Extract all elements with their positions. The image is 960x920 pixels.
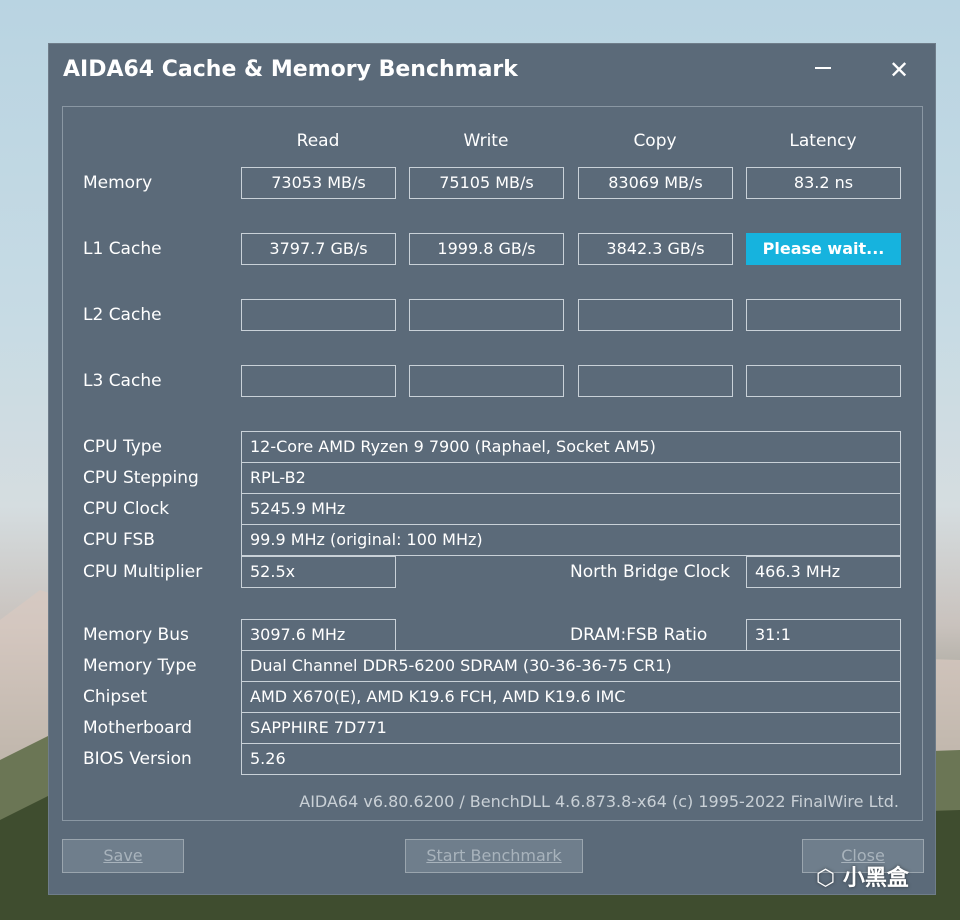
l2-write-value bbox=[409, 299, 564, 331]
memory-type-value: Dual Channel DDR5-6200 SDRAM (30-36-36-7… bbox=[241, 650, 901, 682]
memory-read-value: 73053 MB/s bbox=[241, 167, 396, 199]
l1-copy-value: 3842.3 GB/s bbox=[578, 233, 733, 265]
l1-write-value: 1999.8 GB/s bbox=[409, 233, 564, 265]
cpu-multiplier-label: CPU Multiplier bbox=[83, 562, 203, 582]
version-footer: AIDA64 v6.80.6200 / BenchDLL 4.6.873.8-x… bbox=[299, 792, 899, 811]
cpu-type-value: 12-Core AMD Ryzen 9 7900 (Raphael, Socke… bbox=[241, 431, 901, 463]
row-label-l2-cache: L2 Cache bbox=[83, 305, 162, 325]
l2-read-value bbox=[241, 299, 396, 331]
memory-write-value: 75105 MB/s bbox=[409, 167, 564, 199]
title-bar: AIDA64 Cache & Memory Benchmark ✕ bbox=[49, 44, 935, 100]
chipset-value: AMD X670(E), AMD K19.6 FCH, AMD K19.6 IM… bbox=[241, 681, 901, 713]
l3-latency-value bbox=[746, 365, 901, 397]
cpu-stepping-label: CPU Stepping bbox=[83, 468, 199, 488]
row-label-memory: Memory bbox=[83, 173, 153, 193]
memory-latency-value: 83.2 ns bbox=[746, 167, 901, 199]
header-read: Read bbox=[296, 131, 340, 151]
l1-latency-status: Please wait... bbox=[746, 233, 901, 265]
start-benchmark-button[interactable]: Start Benchmark bbox=[405, 839, 583, 873]
l2-copy-value bbox=[578, 299, 733, 331]
l3-read-value bbox=[241, 365, 396, 397]
cpu-multiplier-value: 52.5x bbox=[241, 556, 396, 588]
cpu-clock-value: 5245.9 MHz bbox=[241, 493, 901, 525]
watermark-text: 小黑盒 bbox=[842, 866, 909, 891]
cpu-fsb-value: 99.9 MHz (original: 100 MHz) bbox=[241, 524, 901, 556]
memory-copy-value: 83069 MB/s bbox=[578, 167, 733, 199]
save-button[interactable]: Save bbox=[62, 839, 184, 873]
header-write: Write bbox=[463, 131, 509, 151]
close-window-button[interactable]: ✕ bbox=[877, 52, 921, 88]
minimize-button[interactable] bbox=[801, 52, 845, 88]
header-latency: Latency bbox=[789, 131, 857, 151]
benchmark-window: AIDA64 Cache & Memory Benchmark ✕ Read W… bbox=[48, 43, 936, 895]
motherboard-value: SAPPHIRE 7D771 bbox=[241, 712, 901, 744]
l1-read-value: 3797.7 GB/s bbox=[241, 233, 396, 265]
row-label-l1-cache: L1 Cache bbox=[83, 239, 162, 259]
close-icon: ✕ bbox=[888, 56, 910, 84]
watermark: ⬡ 小黑盒 bbox=[816, 860, 909, 892]
results-panel: Read Write Copy Latency Memory 73053 MB/… bbox=[62, 106, 923, 821]
dram-fsb-ratio-value: 31:1 bbox=[746, 619, 901, 651]
l3-copy-value bbox=[578, 365, 733, 397]
row-label-l3-cache: L3 Cache bbox=[83, 371, 162, 391]
cpu-type-label: CPU Type bbox=[83, 437, 163, 457]
cpu-clock-label: CPU Clock bbox=[83, 499, 170, 519]
bios-version-label: BIOS Version bbox=[83, 749, 192, 769]
window-title: AIDA64 Cache & Memory Benchmark bbox=[63, 57, 518, 82]
cpu-fsb-label: CPU FSB bbox=[83, 530, 155, 550]
minimize-icon bbox=[815, 67, 831, 69]
north-bridge-clock-value: 466.3 MHz bbox=[746, 556, 901, 588]
header-copy: Copy bbox=[633, 131, 677, 151]
cpu-stepping-value: RPL-B2 bbox=[241, 462, 901, 494]
watermark-logo-icon: ⬡ bbox=[816, 866, 843, 891]
l2-latency-value bbox=[746, 299, 901, 331]
dram-fsb-ratio-label: DRAM:FSB Ratio bbox=[570, 625, 708, 645]
north-bridge-clock-label: North Bridge Clock bbox=[570, 562, 730, 582]
l3-write-value bbox=[409, 365, 564, 397]
memory-bus-label: Memory Bus bbox=[83, 625, 189, 645]
chipset-label: Chipset bbox=[83, 687, 148, 707]
memory-type-label: Memory Type bbox=[83, 656, 197, 676]
bios-version-value: 5.26 bbox=[241, 743, 901, 775]
memory-bus-value: 3097.6 MHz bbox=[241, 619, 396, 651]
motherboard-label: Motherboard bbox=[83, 718, 193, 738]
